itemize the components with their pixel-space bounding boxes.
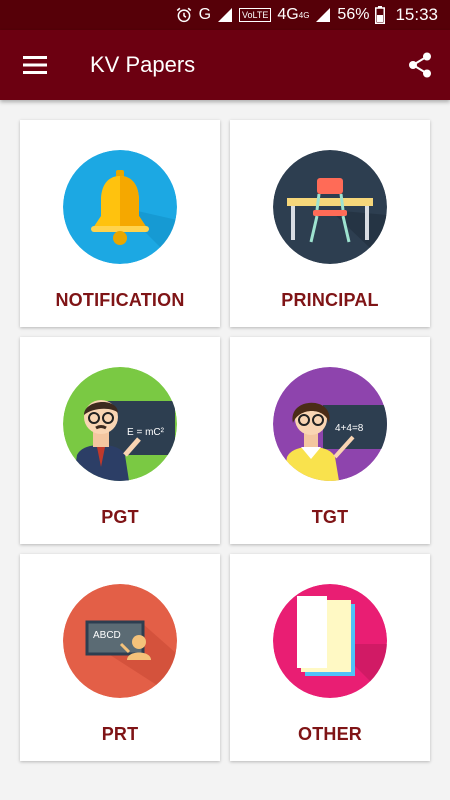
clock: 15:33 xyxy=(395,5,438,24)
menu-card-principal[interactable]: PRINCIPAL xyxy=(230,120,430,327)
status-bar: G VoLTE 4G 4G 56% 15:33 xyxy=(0,0,450,30)
menu-card-tgt[interactable]: 4+4=8 TGT xyxy=(230,337,430,544)
alarm-icon xyxy=(175,6,193,24)
menu-card-label: NOTIFICATION xyxy=(55,290,185,310)
male-teacher-icon: E = mC² xyxy=(63,367,177,481)
menu-card-pgt[interactable]: E = mC² PGT xyxy=(20,337,220,544)
share-icon[interactable] xyxy=(390,30,450,100)
network-4g-label: 4G 4G xyxy=(277,6,309,24)
menu-card-label: OTHER xyxy=(298,724,362,744)
menu-card-label: PRT xyxy=(101,724,139,744)
menu-card-label: PRINCIPAL xyxy=(281,290,379,310)
desk-chair-icon xyxy=(273,150,387,264)
network-4g-super: 4G xyxy=(298,10,310,20)
menu-card-label: PGT xyxy=(101,507,139,527)
page-title: KV Papers xyxy=(90,52,196,77)
menu-grid: NOTIFICATION PRINCIPAL E = mC² PGT 4+4=8… xyxy=(20,120,430,761)
signal-icon-2 xyxy=(315,7,331,23)
blackboard-icon: ABCD xyxy=(63,584,177,698)
bell-icon xyxy=(63,150,177,264)
board-text: E = mC² xyxy=(127,427,165,438)
menu-card-other[interactable]: OTHER xyxy=(230,554,430,761)
papers-icon xyxy=(273,584,387,698)
network-g-label: G xyxy=(198,6,212,23)
menu-card-label: TGT xyxy=(311,507,349,527)
board-text: 4+4=8 xyxy=(335,423,364,434)
volte-badge: VoLTE xyxy=(239,8,272,22)
hamburger-menu-icon[interactable] xyxy=(0,30,70,100)
board-text: ABCD xyxy=(93,630,121,641)
network-4g-text: 4G xyxy=(277,6,299,23)
female-teacher-icon: 4+4=8 xyxy=(273,367,387,481)
signal-icon xyxy=(217,7,233,23)
battery-icon xyxy=(375,6,386,24)
battery-level: 56% xyxy=(337,6,370,23)
menu-card-prt[interactable]: ABCD PRT xyxy=(20,554,220,761)
app-bar: KV Papers xyxy=(0,30,450,100)
menu-card-notification[interactable]: NOTIFICATION xyxy=(20,120,220,327)
